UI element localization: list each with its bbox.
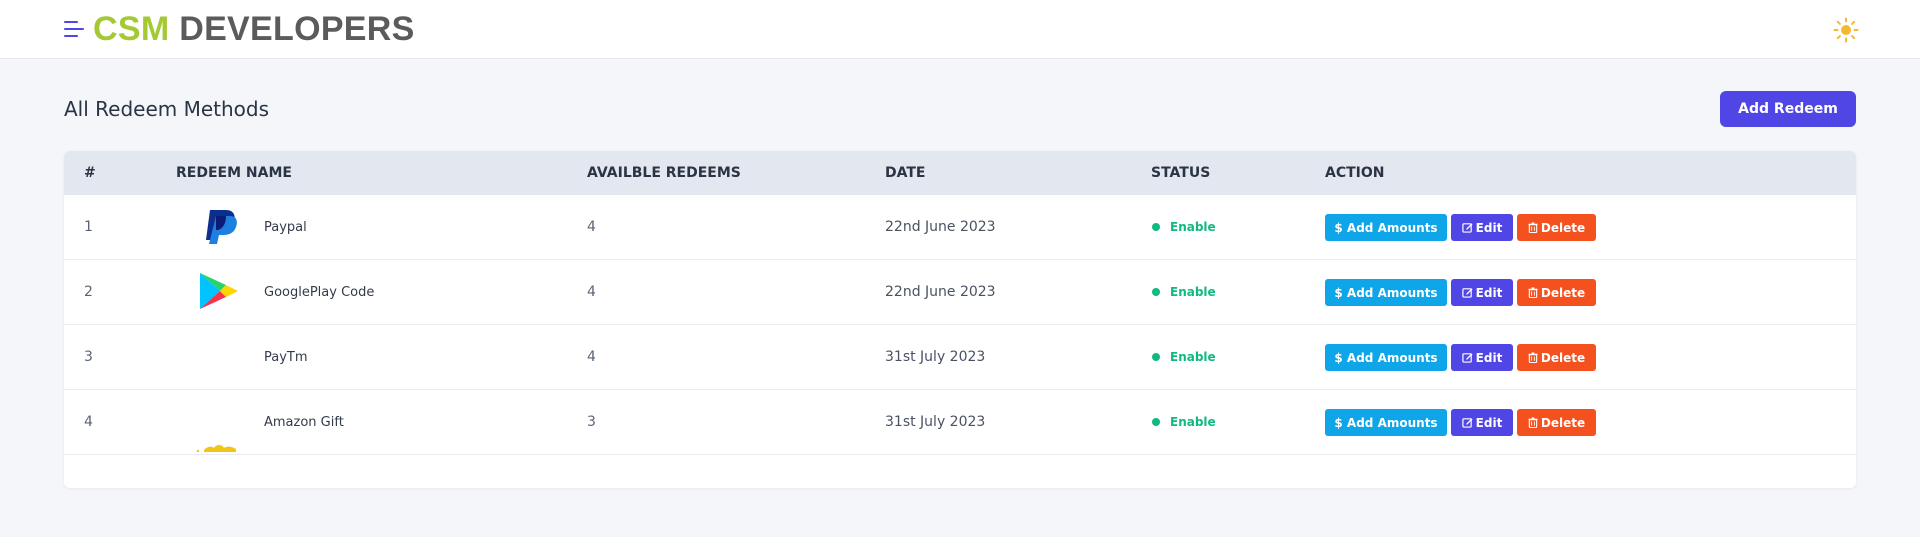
column-header-date: DATE bbox=[885, 165, 926, 181]
trash-icon bbox=[1528, 416, 1538, 428]
add-amounts-label: $ Add Amounts bbox=[1334, 220, 1438, 235]
edit-label: Edit bbox=[1475, 285, 1503, 300]
edit-button[interactable]: Edit bbox=[1451, 344, 1513, 371]
status-badge: Enable bbox=[1152, 390, 1216, 455]
edit-icon bbox=[1461, 352, 1473, 363]
add-amounts-button[interactable]: $ Add Amounts bbox=[1325, 279, 1447, 306]
add-amounts-button[interactable]: $ Add Amounts bbox=[1325, 409, 1447, 436]
column-header-index: # bbox=[84, 165, 96, 181]
edit-label: Edit bbox=[1475, 415, 1503, 430]
delete-button[interactable]: Delete bbox=[1517, 344, 1596, 371]
brand-part1: CSM bbox=[93, 10, 170, 48]
table-row: 1 Paypal 4 22nd June 2023 Enable $ Add A… bbox=[64, 195, 1856, 260]
status-badge: Enable bbox=[1152, 195, 1216, 260]
row-index: 2 bbox=[84, 284, 93, 300]
redeem-name: GooglePlay Code bbox=[264, 285, 375, 300]
hamburger-menu-icon[interactable] bbox=[64, 18, 86, 40]
status-text: Enable bbox=[1170, 415, 1216, 429]
redeem-table-card: # REDEEM NAME AVAILBLE REDEEMS DATE STAT… bbox=[64, 151, 1856, 488]
row-index: 1 bbox=[84, 219, 93, 235]
edit-icon bbox=[1461, 222, 1473, 233]
redeem-date: 31st July 2023 bbox=[885, 414, 986, 430]
status-text: Enable bbox=[1170, 220, 1216, 234]
table-row: 2 GooglePlay Code 4 22nd June 2023 Enabl… bbox=[64, 260, 1856, 325]
trash-icon bbox=[1528, 221, 1538, 233]
status-dot-icon bbox=[1152, 417, 1160, 426]
edit-button[interactable]: Edit bbox=[1451, 409, 1513, 436]
edit-label: Edit bbox=[1475, 350, 1503, 365]
status-dot-icon bbox=[1152, 222, 1160, 231]
top-bar: CSM DEVELOPERS bbox=[0, 0, 1920, 59]
column-header-status: STATUS bbox=[1151, 165, 1211, 181]
status-dot-icon bbox=[1152, 287, 1160, 296]
page-title: All Redeem Methods bbox=[64, 97, 270, 121]
column-header-redeem-name: REDEEM NAME bbox=[176, 165, 292, 181]
delete-label: Delete bbox=[1540, 220, 1586, 235]
brand-part2: DEVELOPERS bbox=[179, 10, 415, 48]
add-redeem-button[interactable]: Add Redeem bbox=[1720, 91, 1856, 127]
redeem-date: 22nd June 2023 bbox=[885, 219, 996, 235]
add-amounts-button[interactable]: $ Add Amounts bbox=[1325, 344, 1447, 371]
delete-button[interactable]: Delete bbox=[1517, 279, 1596, 306]
delete-label: Delete bbox=[1540, 415, 1586, 430]
edit-button[interactable]: Edit bbox=[1451, 214, 1513, 241]
row-index: 3 bbox=[84, 349, 93, 365]
redeem-date: 22nd June 2023 bbox=[885, 284, 996, 300]
available-redeems: 4 bbox=[587, 219, 596, 235]
redeem-name: PayTm bbox=[264, 350, 308, 365]
edit-icon bbox=[1461, 287, 1473, 298]
redeem-date: 31st July 2023 bbox=[885, 349, 986, 365]
table-row: 4 Amazon Gift 3 31st July 2023 Enable $ … bbox=[64, 390, 1856, 455]
table-row: 3 PayTm 4 31st July 2023 Enable $ Add Am… bbox=[64, 325, 1856, 390]
trash-icon bbox=[1528, 286, 1538, 298]
google-play-logo bbox=[200, 273, 238, 309]
available-redeems: 4 bbox=[587, 349, 596, 365]
amazon-gift-logo bbox=[196, 445, 236, 452]
redeem-name: Amazon Gift bbox=[264, 415, 344, 430]
available-redeems: 3 bbox=[587, 414, 596, 430]
available-redeems: 4 bbox=[587, 284, 596, 300]
paypal-logo bbox=[206, 210, 237, 244]
status-text: Enable bbox=[1170, 285, 1216, 299]
add-amounts-label: $ Add Amounts bbox=[1334, 415, 1438, 430]
add-amounts-label: $ Add Amounts bbox=[1334, 285, 1438, 300]
trash-icon bbox=[1528, 351, 1538, 363]
column-header-available-redeems: AVAILBLE REDEEMS bbox=[587, 165, 741, 181]
edit-icon bbox=[1461, 417, 1473, 428]
status-badge: Enable bbox=[1152, 325, 1216, 390]
table-header: # REDEEM NAME AVAILBLE REDEEMS DATE STAT… bbox=[64, 151, 1856, 195]
status-dot-icon bbox=[1152, 352, 1160, 361]
status-badge: Enable bbox=[1152, 260, 1216, 325]
edit-button[interactable]: Edit bbox=[1451, 279, 1513, 306]
column-header-action: ACTION bbox=[1325, 165, 1385, 181]
row-index: 4 bbox=[84, 414, 93, 430]
add-amounts-button[interactable]: $ Add Amounts bbox=[1325, 214, 1447, 241]
delete-label: Delete bbox=[1540, 285, 1586, 300]
brand-logo[interactable]: CSM DEVELOPERS bbox=[93, 9, 415, 49]
delete-button[interactable]: Delete bbox=[1517, 409, 1596, 436]
status-text: Enable bbox=[1170, 350, 1216, 364]
redeem-name: Paypal bbox=[264, 220, 307, 235]
sun-icon[interactable] bbox=[1833, 17, 1859, 43]
add-amounts-label: $ Add Amounts bbox=[1334, 350, 1438, 365]
delete-button[interactable]: Delete bbox=[1517, 214, 1596, 241]
edit-label: Edit bbox=[1475, 220, 1503, 235]
delete-label: Delete bbox=[1540, 350, 1586, 365]
